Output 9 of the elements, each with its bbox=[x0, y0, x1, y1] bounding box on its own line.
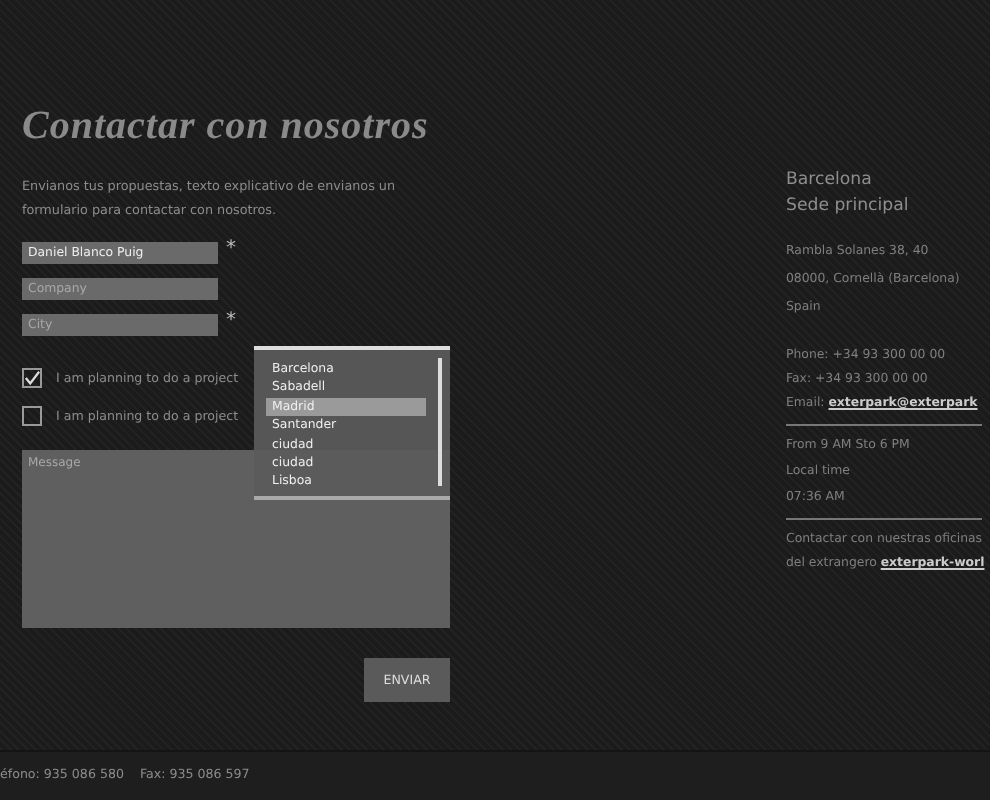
required-mark: * bbox=[226, 242, 236, 258]
check-icon bbox=[24, 370, 40, 386]
page-title: Contactar con nosotros bbox=[22, 104, 431, 150]
scrollbar[interactable] bbox=[438, 358, 442, 486]
office-subtitle: Sede principal bbox=[786, 194, 911, 220]
checkbox[interactable] bbox=[22, 406, 42, 426]
checkbox[interactable] bbox=[22, 368, 42, 388]
required-mark: * bbox=[226, 314, 236, 330]
office-city: Barcelona bbox=[786, 168, 874, 194]
